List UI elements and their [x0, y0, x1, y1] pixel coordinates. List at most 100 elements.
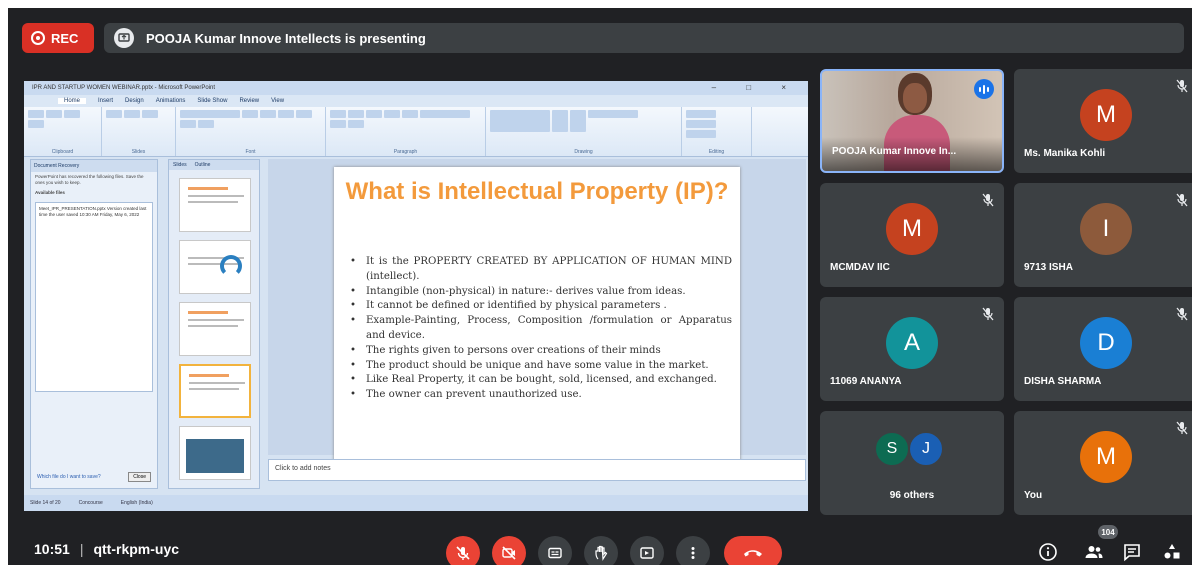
present-icon — [114, 28, 134, 48]
ppt-body: Document Recovery PowerPoint has recover… — [24, 157, 808, 493]
slide-bullet: The owner can prevent unauthorized use. — [346, 388, 732, 403]
hang-up-button[interactable] — [724, 536, 782, 565]
slide-bullet: Like Real Property, it can be bought, so… — [346, 373, 732, 388]
participant-name: You — [1024, 490, 1043, 501]
mic-toggle-button[interactable] — [446, 536, 480, 565]
ribbon-tab: View — [271, 98, 285, 104]
slide-thumbnail — [179, 240, 251, 294]
participant-tile[interactable]: M MCMDAV IIC — [820, 183, 1004, 287]
ribbon: Clipboard Slides Font Paragraph Drawing … — [24, 107, 808, 157]
slide-bullet: It cannot be defined or identified by ph… — [346, 299, 732, 314]
slide-bullet: The product should be unique and have so… — [346, 359, 732, 374]
slide-bullet: It is the PROPERTY CREATED BY APPLICATIO… — [346, 255, 732, 285]
participant-tile[interactable]: M Ms. Manika Kohli — [1014, 69, 1192, 173]
captions-button[interactable] — [538, 536, 572, 565]
activities-icon — [1164, 544, 1180, 559]
slide-thumbnail — [179, 178, 251, 232]
ribbon-group-drawing: Drawing — [486, 107, 682, 156]
ribbon-tab: Home — [58, 98, 87, 104]
task-pane-title: Document Recovery — [31, 160, 157, 172]
ribbon-group-editing: Editing — [682, 107, 752, 156]
meeting-details-button[interactable] — [1034, 538, 1062, 565]
avatar: M — [886, 203, 938, 255]
ribbon-tab: Insert — [98, 98, 114, 104]
camera-toggle-button[interactable] — [492, 536, 526, 565]
hang-up-icon — [744, 550, 762, 557]
thumb-tab-slides: Slides — [173, 162, 187, 168]
recovered-file-entry: Meet_IPR_PRESENTATION.pptx Version creat… — [39, 206, 147, 217]
meeting-info: 10:51 | qtt-rkpm-uyc — [34, 541, 179, 557]
mic-off-icon — [1176, 307, 1188, 321]
participant-tile[interactable]: A 11069 ANANYA — [820, 297, 1004, 401]
help-link: Which file do I want to save? — [37, 474, 101, 480]
slide-thumbnail — [179, 302, 251, 356]
ppt-status-bar: Slide 14 of 20 Concourse English (India) — [24, 495, 808, 511]
shared-screen: IPR AND STARTUP WOMEN WEBINAR.pptx - Mic… — [24, 81, 808, 511]
avatar: I — [1080, 203, 1132, 255]
info-icon — [1039, 543, 1057, 561]
mic-off-icon — [1176, 79, 1188, 93]
ribbon-tab: Design — [125, 98, 144, 104]
ribbon-group-clipboard: Clipboard — [24, 107, 102, 156]
slide-title: What is Intellectual Property (IP)? — [345, 178, 729, 205]
participant-tile[interactable]: I 9713 ISHA — [1014, 183, 1192, 287]
window-controls: – □ × — [711, 83, 800, 92]
participant-tile-self[interactable]: M You — [1014, 411, 1192, 515]
chat-icon — [1124, 544, 1140, 562]
chat-button[interactable] — [1118, 538, 1146, 565]
document-recovery-pane: Document Recovery PowerPoint has recover… — [30, 159, 158, 489]
avatar: M — [1080, 431, 1132, 483]
meeting-code: qtt-rkpm-uyc — [93, 541, 180, 557]
people-icon — [1085, 546, 1103, 558]
participant-name: MCMDAV IIC — [830, 262, 890, 273]
more-options-button[interactable] — [676, 536, 710, 565]
recording-badge[interactable]: REC — [22, 23, 94, 53]
mic-off-icon — [456, 546, 470, 560]
status-theme: Concourse — [78, 500, 103, 506]
participant-name: DISHA SHARMA — [1024, 376, 1102, 387]
more-options-icon — [691, 547, 695, 559]
slide-bullet: Example-Painting, Process, Composition /… — [346, 314, 732, 344]
slide-canvas: What is Intellectual Property (IP)? It i… — [268, 159, 806, 463]
ribbon-group-slides: Slides — [102, 107, 176, 156]
raise-hand-button[interactable] — [584, 536, 618, 565]
present-now-icon — [640, 547, 654, 559]
activities-button[interactable] — [1158, 538, 1186, 565]
ribbon-group-font: Font — [176, 107, 326, 156]
presenting-text: POOJA Kumar Innove Intellects is present… — [146, 30, 426, 46]
speaking-indicator-icon — [974, 79, 994, 99]
participant-tile-presenter[interactable]: POOJA Kumar Innove In... — [820, 69, 1004, 173]
people-button[interactable] — [1080, 538, 1108, 565]
ppt-window-title: IPR AND STARTUP WOMEN WEBINAR.pptx - Mic… — [32, 85, 216, 91]
mic-off-icon — [982, 307, 994, 321]
slide-bullet-list: It is the PROPERTY CREATED BY APPLICATIO… — [346, 255, 732, 403]
captions-icon — [548, 547, 562, 559]
recovered-files-list: Meet_IPR_PRESENTATION.pptx Version creat… — [35, 202, 153, 392]
mic-off-icon — [1176, 193, 1188, 207]
ribbon-tab: Animations — [155, 98, 186, 104]
mic-off-icon — [982, 193, 994, 207]
participant-tile[interactable]: D DISHA SHARMA — [1014, 297, 1192, 401]
slide-thumbnails: Slides Outline — [168, 159, 260, 489]
present-now-button[interactable] — [630, 536, 664, 565]
ribbon-tabs: Home Insert Design Animations Slide Show… — [24, 95, 808, 107]
ribbon-group-paragraph: Paragraph — [326, 107, 486, 156]
slide-bullet: Intangible (non-physical) in nature:- de… — [346, 285, 732, 300]
participant-name: 11069 ANANYA — [830, 376, 902, 387]
record-icon — [31, 31, 45, 45]
status-slide-number: Slide 14 of 20 — [30, 500, 61, 506]
slide-notes: Click to add notes — [268, 459, 806, 481]
others-tile[interactable]: S J 96 others — [820, 411, 1004, 515]
close-recovery-button: Close — [128, 472, 151, 482]
separator: | — [79, 541, 84, 557]
avatar: J — [908, 431, 944, 467]
thumb-tab-outline: Outline — [194, 162, 211, 168]
avatar: S — [874, 431, 910, 467]
avatar: A — [886, 317, 938, 369]
thumbnail-tabs: Slides Outline — [169, 160, 259, 170]
slide-bullet: The rights given to persons over creatio… — [346, 344, 732, 359]
ribbon-tab: Review — [239, 98, 260, 104]
avatar: M — [1080, 89, 1132, 141]
mic-off-icon — [1176, 421, 1188, 435]
raise-hand-icon — [595, 545, 608, 561]
